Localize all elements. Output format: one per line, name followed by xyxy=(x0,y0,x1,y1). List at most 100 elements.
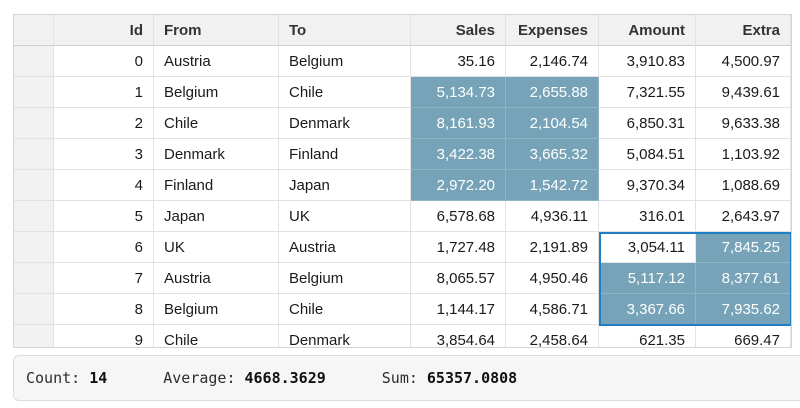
column-header-extra[interactable]: Extra xyxy=(696,15,791,46)
table-row: 5JapanUK6,578.684,936.11316.012,643.97 xyxy=(14,201,791,232)
cell-sales[interactable]: 8,161.93 xyxy=(411,108,506,139)
cell-sales[interactable]: 5,134.73 xyxy=(411,77,506,108)
cell-from[interactable]: Austria xyxy=(154,263,279,294)
table-row: 7AustriaBelgium8,065.574,950.465,117.128… xyxy=(14,263,791,294)
cell-sales[interactable]: 1,144.17 xyxy=(411,294,506,325)
cell-id[interactable]: 1 xyxy=(54,77,154,108)
cell-id[interactable]: 5 xyxy=(54,201,154,232)
average-label: Average: xyxy=(163,369,235,387)
cell-to[interactable]: Belgium xyxy=(279,46,411,77)
cell-to[interactable]: Chile xyxy=(279,294,411,325)
cell-sales[interactable]: 1,727.48 xyxy=(411,232,506,263)
cell-expenses[interactable]: 2,655.88 xyxy=(506,77,599,108)
row-handle[interactable] xyxy=(14,108,54,139)
cell-expenses[interactable]: 4,936.11 xyxy=(506,201,599,232)
cell-extra[interactable]: 2,643.97 xyxy=(696,201,791,232)
cell-expenses[interactable]: 2,458.64 xyxy=(506,325,599,348)
cell-amount[interactable]: 6,850.31 xyxy=(599,108,696,139)
cell-to[interactable]: Chile xyxy=(279,77,411,108)
cell-amount[interactable]: 5,117.12 xyxy=(599,263,696,294)
cell-id[interactable]: 3 xyxy=(54,139,154,170)
cell-extra[interactable]: 1,088.69 xyxy=(696,170,791,201)
cell-amount[interactable]: 621.35 xyxy=(599,325,696,348)
column-header-amount[interactable]: Amount xyxy=(599,15,696,46)
cell-from[interactable]: Denmark xyxy=(154,139,279,170)
cell-from[interactable]: UK xyxy=(154,232,279,263)
row-handle[interactable] xyxy=(14,263,54,294)
cell-expenses[interactable]: 3,665.32 xyxy=(506,139,599,170)
cell-extra[interactable]: 669.47 xyxy=(696,325,791,348)
cell-id[interactable]: 7 xyxy=(54,263,154,294)
cell-from[interactable]: Chile xyxy=(154,108,279,139)
cell-from[interactable]: Belgium xyxy=(154,294,279,325)
cell-id[interactable]: 2 xyxy=(54,108,154,139)
cell-from[interactable]: Finland xyxy=(154,170,279,201)
cell-amount[interactable]: 9,370.34 xyxy=(599,170,696,201)
cell-from[interactable]: Belgium xyxy=(154,77,279,108)
row-handle[interactable] xyxy=(14,139,54,170)
row-handle[interactable] xyxy=(14,170,54,201)
cell-extra[interactable]: 7,935.62 xyxy=(696,294,791,325)
row-handle[interactable] xyxy=(14,294,54,325)
row-handle[interactable] xyxy=(14,201,54,232)
cell-amount[interactable]: 3,367.66 xyxy=(599,294,696,325)
cell-id[interactable]: 8 xyxy=(54,294,154,325)
cell-sales[interactable]: 35.16 xyxy=(411,46,506,77)
cell-id[interactable]: 4 xyxy=(54,170,154,201)
column-header-sales[interactable]: Sales xyxy=(411,15,506,46)
cell-to[interactable]: Finland xyxy=(279,139,411,170)
cell-id[interactable]: 0 xyxy=(54,46,154,77)
table-row: 4FinlandJapan2,972.201,542.729,370.341,0… xyxy=(14,170,791,201)
table-row: 6UKAustria1,727.482,191.893,054.117,845.… xyxy=(14,232,791,263)
cell-amount[interactable]: 5,084.51 xyxy=(599,139,696,170)
cell-amount[interactable]: 7,321.55 xyxy=(599,77,696,108)
cell-to[interactable]: Denmark xyxy=(279,108,411,139)
cell-extra[interactable]: 9,439.61 xyxy=(696,77,791,108)
count-value: 14 xyxy=(89,369,107,387)
cell-expenses[interactable]: 2,146.74 xyxy=(506,46,599,77)
cell-extra[interactable]: 8,377.61 xyxy=(696,263,791,294)
cell-to[interactable]: Austria xyxy=(279,232,411,263)
cell-sales[interactable]: 3,422.38 xyxy=(411,139,506,170)
cell-to[interactable]: Denmark xyxy=(279,325,411,348)
cell-from[interactable]: Japan xyxy=(154,201,279,232)
cell-to[interactable]: Belgium xyxy=(279,263,411,294)
sum-label: Sum: xyxy=(382,369,418,387)
cell-extra[interactable]: 4,500.97 xyxy=(696,46,791,77)
cell-id[interactable]: 9 xyxy=(54,325,154,348)
cell-sales[interactable]: 6,578.68 xyxy=(411,201,506,232)
row-handle[interactable] xyxy=(14,232,54,263)
cell-id[interactable]: 6 xyxy=(54,232,154,263)
cell-extra[interactable]: 7,845.25 xyxy=(696,232,791,263)
average-value: 4668.3629 xyxy=(245,369,326,387)
cell-sales[interactable]: 8,065.57 xyxy=(411,263,506,294)
cell-amount[interactable]: 316.01 xyxy=(599,201,696,232)
column-header-from[interactable]: From xyxy=(154,15,279,46)
cell-expenses[interactable]: 2,104.54 xyxy=(506,108,599,139)
row-handle[interactable] xyxy=(14,46,54,77)
data-grid: IdFromToSalesExpensesAmountExtra0Austria… xyxy=(13,14,792,348)
cell-sales[interactable]: 2,972.20 xyxy=(411,170,506,201)
status-average: Average: 4668.3629 xyxy=(163,369,326,387)
cell-extra[interactable]: 1,103.92 xyxy=(696,139,791,170)
cell-to[interactable]: Japan xyxy=(279,170,411,201)
cell-amount[interactable]: 3,054.11 xyxy=(599,232,696,263)
table-row: 1BelgiumChile5,134.732,655.887,321.559,4… xyxy=(14,77,791,108)
column-header-expenses[interactable]: Expenses xyxy=(506,15,599,46)
row-handle[interactable] xyxy=(14,77,54,108)
cell-expenses[interactable]: 4,586.71 xyxy=(506,294,599,325)
cell-from[interactable]: Austria xyxy=(154,46,279,77)
column-header-to[interactable]: To xyxy=(279,15,411,46)
cell-sales[interactable]: 3,854.64 xyxy=(411,325,506,348)
cell-to[interactable]: UK xyxy=(279,201,411,232)
corner-header-cell[interactable] xyxy=(14,15,54,46)
cell-expenses[interactable]: 1,542.72 xyxy=(506,170,599,201)
cell-from[interactable]: Chile xyxy=(154,325,279,348)
cell-expenses[interactable]: 2,191.89 xyxy=(506,232,599,263)
cell-amount[interactable]: 3,910.83 xyxy=(599,46,696,77)
cell-extra[interactable]: 9,633.38 xyxy=(696,108,791,139)
table-row: 9ChileDenmark3,854.642,458.64621.35669.4… xyxy=(14,325,791,348)
row-handle[interactable] xyxy=(14,325,54,348)
column-header-id[interactable]: Id xyxy=(54,15,154,46)
cell-expenses[interactable]: 4,950.46 xyxy=(506,263,599,294)
